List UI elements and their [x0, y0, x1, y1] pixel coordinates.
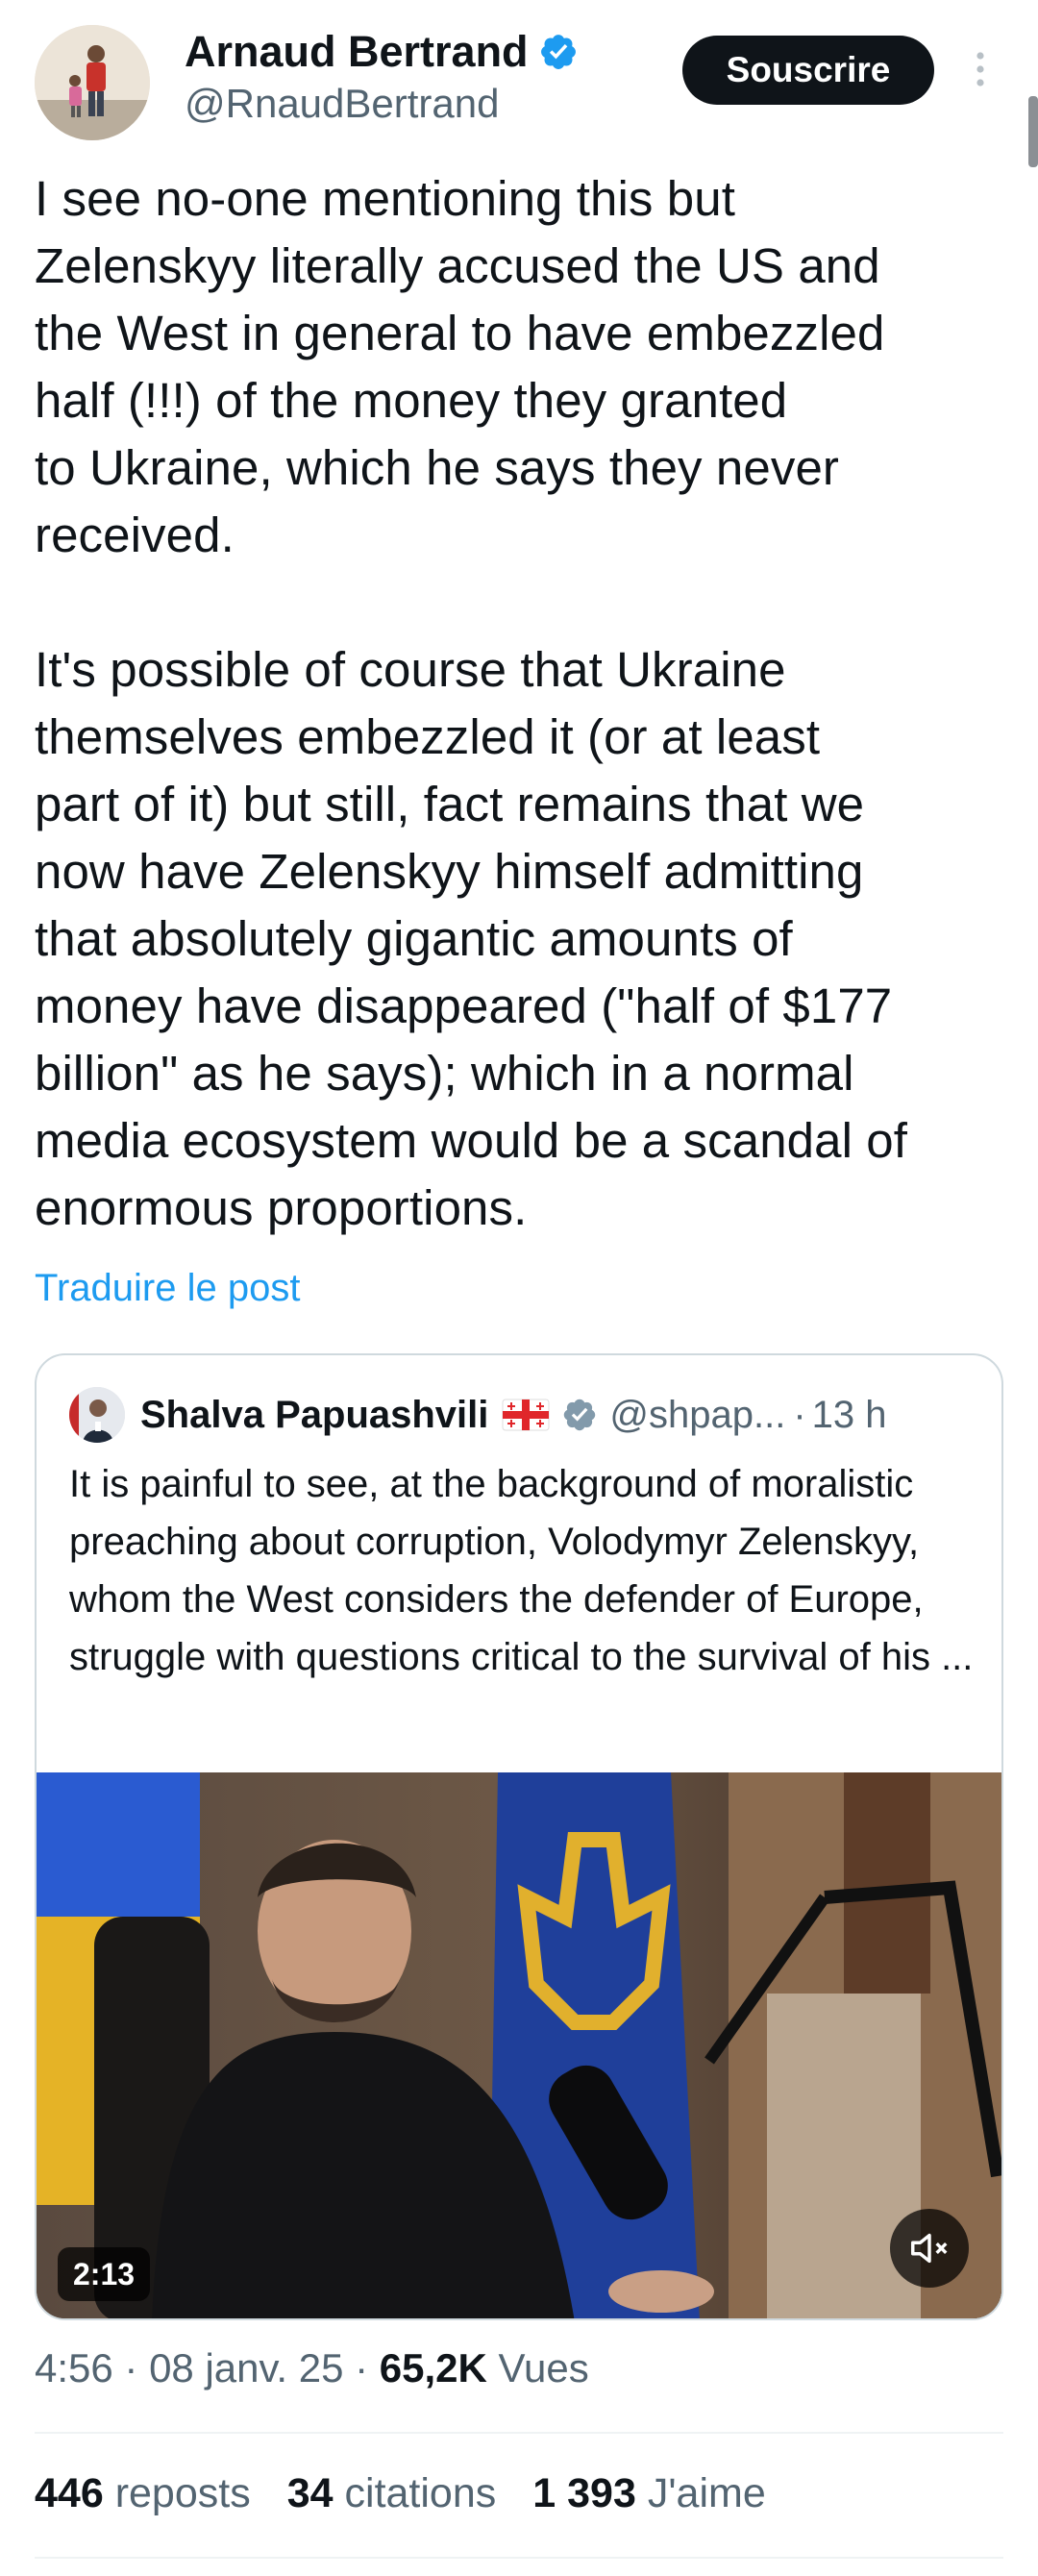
reposts-label: reposts: [114, 2470, 251, 2516]
divider: [35, 2432, 1003, 2434]
reposts-count: 446: [35, 2470, 104, 2516]
quoted-video[interactable]: 2:13: [37, 1772, 1001, 2318]
quoted-author-name[interactable]: Shalva Papuashvili: [140, 1394, 488, 1437]
unmute-button[interactable]: [890, 2209, 969, 2288]
more-vertical-icon[interactable]: [967, 48, 994, 90]
engagement-stats: 446 reposts 34 citations 1 393 J'aime: [35, 2470, 766, 2517]
quotes-count: 34: [286, 2470, 334, 2516]
translate-post-link[interactable]: Traduire le post: [35, 1267, 300, 1310]
gray-verified-badge-icon: [561, 1397, 598, 1433]
post-date[interactable]: 08 janv. 25: [149, 2345, 343, 2390]
author-name[interactable]: Arnaud Bertrand: [185, 27, 529, 77]
author-avatar[interactable]: [35, 25, 150, 140]
tweet-text: I see no-one mentioning this but Zelensk…: [35, 171, 908, 1235]
post-metadata: 4:56 · 08 janv. 25 · 65,2K Vues: [35, 2345, 589, 2391]
meta-separator: ·: [343, 2345, 380, 2390]
muted-speaker-icon: [907, 2226, 952, 2270]
subscribe-button[interactable]: Souscrire: [682, 36, 934, 105]
video-duration-badge: 2:13: [58, 2247, 151, 2301]
author-handle[interactable]: @RnaudBertrand: [185, 81, 500, 127]
quoted-author-avatar[interactable]: [69, 1387, 125, 1443]
quoted-post-header: Shalva Papuashvili @shpap... · 13 h: [69, 1387, 982, 1443]
quoted-post-time[interactable]: 13 h: [812, 1394, 887, 1437]
quoted-author-handle[interactable]: @shpap...: [609, 1394, 785, 1437]
likes-label: J'aime: [647, 2470, 766, 2516]
quoted-post-text: It is painful to see, at the background …: [69, 1463, 974, 1678]
verified-badge-icon: [538, 32, 579, 72]
quoted-header-separator: ·: [793, 1393, 806, 1436]
video-thumbnail: [37, 1772, 1001, 2318]
views-count: 65,2K: [379, 2345, 487, 2390]
reposts-stat[interactable]: 446 reposts: [35, 2470, 251, 2517]
views-label: Vues: [498, 2345, 589, 2390]
georgia-flag-icon: [502, 1397, 550, 1433]
quoted-post-card[interactable]: Shalva Papuashvili @shpap... · 13 h It i…: [35, 1353, 1003, 2320]
scrollbar-thumb[interactable]: [1028, 96, 1038, 167]
quotes-label: citations: [344, 2470, 497, 2516]
meta-separator: ·: [112, 2345, 150, 2390]
author-name-row: Arnaud Bertrand: [185, 27, 579, 77]
author-avatar-image: [35, 25, 150, 140]
likes-count: 1 393: [532, 2470, 636, 2516]
quotes-stat[interactable]: 34 citations: [287, 2470, 497, 2517]
divider: [35, 2557, 1003, 2559]
likes-stat[interactable]: 1 393 J'aime: [532, 2470, 765, 2517]
post-time[interactable]: 4:56: [35, 2345, 113, 2390]
